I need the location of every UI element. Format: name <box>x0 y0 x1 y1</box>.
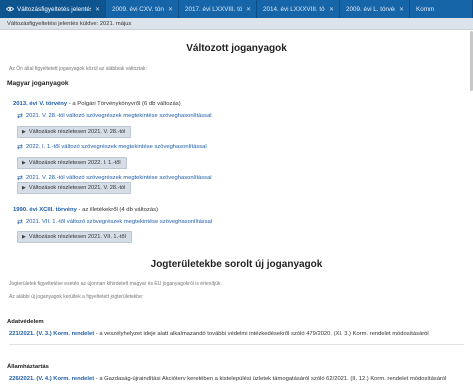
tab-law-2009-l[interactable]: 2009. évi L. törvény ✕ <box>340 0 410 18</box>
swap-arrows-icon: ⇄ <box>17 175 23 182</box>
expand-triangle-icon: ▶ <box>22 234 26 240</box>
details-button-label: Változások részletesen 2021. V. 28.-tól <box>28 129 126 135</box>
compare-link-label: 2021. V. 28.-tól változó szövegrészek me… <box>25 175 212 181</box>
law-entry: 2013. évi V. törvény - a Polgári Törvény… <box>13 101 181 107</box>
area-public-finance: Államháztartás <box>7 364 49 370</box>
tab-law-2009-cxv[interactable]: 2009. évi CXV. törvény ✕ <box>106 0 179 18</box>
compare-changes-link[interactable]: ⇄ 2022. I. 1.-től változó szövegrészek me… <box>17 143 207 151</box>
close-icon[interactable]: ✕ <box>95 6 100 13</box>
compare-changes-link[interactable]: ⇄ 2021. VII. 1.-től változó szövegrészek … <box>17 218 212 226</box>
details-button-label: Változások részletesen 2021. V. 28.-tól <box>28 185 126 191</box>
tab-label: 2014. évi LXXXVIII. törvény <box>263 5 325 13</box>
changed-laws-title: Változott joganyagok <box>186 43 287 54</box>
close-icon[interactable]: ✕ <box>168 6 173 13</box>
tab-label: 2009. évi L. törvény <box>346 5 395 13</box>
law-link[interactable]: 2013. évi V. törvény <box>13 101 67 107</box>
compare-changes-link[interactable]: ⇄ 2021. V. 28.-tól változó szövegrészek m… <box>17 112 212 120</box>
change-details-button[interactable]: ▶ Változások részletesen 2021. V. 28.-tól <box>17 126 132 138</box>
tab-law-2017-lxxviii[interactable]: 2017. évi LXXVIII. törvény ✕ <box>179 0 257 18</box>
close-icon[interactable]: ✕ <box>329 6 334 13</box>
change-details-button[interactable]: ▶ Változások részletesen 2021. VII. 1.-tő… <box>17 231 132 243</box>
new-laws-subintro: Az alábbi új joganyagok kerültek a figye… <box>9 294 144 300</box>
expand-triangle-icon: ▶ <box>22 129 26 135</box>
area-data-protection: Adatvédelem <box>7 319 44 325</box>
swap-arrows-icon: ⇄ <box>17 219 23 226</box>
compare-link-label: 2021. VII. 1.-től változó szövegrészek m… <box>25 219 213 225</box>
change-details-button[interactable]: ▶ Változások részletesen 2021. V. 28.-tól <box>17 182 132 194</box>
law-link[interactable]: 221/2021. (V. 3.) Korm. rendelet <box>9 331 94 337</box>
law-description: - a Polgári Törvénykönyvről (6 db változ… <box>67 101 181 107</box>
tab-label: Komm <box>416 5 435 13</box>
compare-link-label: 2021. V. 28.-tól változó szövegrészek me… <box>25 113 212 119</box>
tab-label: 2009. évi CXV. törvény <box>112 5 164 13</box>
details-button-label: Változások részletesen 2021. VII. 1.-től <box>28 234 126 240</box>
tab-law-2014-lxxxviii[interactable]: 2014. évi LXXXVIII. törvény ✕ <box>257 0 340 18</box>
close-icon[interactable]: ✕ <box>246 6 251 13</box>
law-entry: 1990. évi XCIII. törvény - az illetékekr… <box>13 207 158 213</box>
new-law-entry: 226/2021. (V. 4.) Korm. rendelet - a Gaz… <box>9 376 467 382</box>
law-description: - a veszélyhelyzet ideje alatt alkalmaza… <box>94 331 429 337</box>
tab-change-reports[interactable]: Változásfigyeltetés jelentések ✕ <box>0 0 106 18</box>
new-law-entry: 221/2021. (V. 3.) Korm. rendelet - a ves… <box>9 331 467 337</box>
swap-arrows-icon: ⇄ <box>17 144 23 151</box>
close-icon[interactable]: ✕ <box>399 6 404 13</box>
law-link[interactable]: 226/2021. (V. 4.) Korm. rendelet <box>9 376 94 382</box>
tab-komm[interactable]: Komm <box>410 0 473 18</box>
changed-laws-intro: Az Ön által figyeltetett joganyagok közü… <box>9 66 147 72</box>
details-button-label: Változások részletesen 2022. I. 1.-től <box>28 160 121 166</box>
tab-bar: Változásfigyeltetés jelentések ✕ 2009. é… <box>0 0 473 18</box>
divider <box>9 344 464 345</box>
compare-changes-link[interactable]: ⇄ 2021. V. 28.-tól változó szövegrészek m… <box>17 174 212 182</box>
new-laws-intro: Jogterületek figyeltetése esetén az újon… <box>9 281 222 287</box>
report-sent-bar: Változásfigyeltetési jelentés küldve: 20… <box>0 18 473 30</box>
expand-triangle-icon: ▶ <box>22 160 26 166</box>
law-link[interactable]: 1990. évi XCIII. törvény <box>13 207 77 213</box>
change-details-button[interactable]: ▶ Változások részletesen 2022. I. 1.-től <box>17 157 127 169</box>
compare-link-label: 2022. I. 1.-től változó szövegrészek meg… <box>25 144 207 150</box>
expand-triangle-icon: ▶ <box>22 185 26 191</box>
category-hungarian-laws: Magyar joganyagok <box>7 80 69 87</box>
swap-arrows-icon: ⇄ <box>17 113 23 120</box>
eye-icon <box>6 6 15 12</box>
tab-label: 2017. évi LXXVIII. törvény <box>185 5 242 13</box>
tab-label: Változásfigyeltetés jelentések <box>17 5 91 13</box>
report-content: Változott joganyagok Az Ön által figyelt… <box>0 31 473 390</box>
law-description: - az illetékekről (4 db változás) <box>76 207 159 213</box>
law-description: - a Gazdaság-újraindítási Akcióterv kere… <box>94 376 447 382</box>
new-laws-title: Jogterületekbe sorolt új joganyagok <box>150 259 323 270</box>
